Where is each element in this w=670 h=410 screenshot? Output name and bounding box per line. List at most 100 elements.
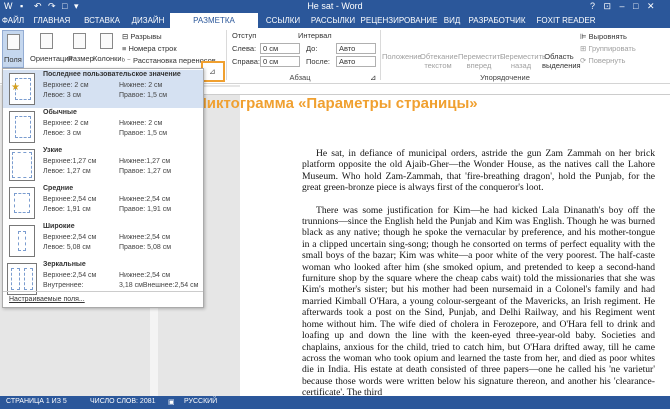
indent-right-input[interactable]: 0 см: [260, 56, 300, 67]
margin-preview-icon: ★: [9, 73, 35, 105]
preset-left: Левое: 3 см: [43, 130, 81, 137]
bring-forward-button[interactable]: Переместить вперед: [458, 52, 504, 70]
preset-top: Верхнее:1,27 см: [43, 158, 97, 165]
preset-bottom: Нижнее:2,54 см: [119, 234, 171, 241]
word-count[interactable]: ЧИСЛО СЛОВ: 2081: [90, 398, 156, 405]
align-icon: ⊫: [580, 32, 589, 41]
ribbon-separator: [380, 30, 381, 80]
orientation-button[interactable]: Ориентация: [30, 30, 73, 68]
preset-top: Верхнее: 2 см: [43, 120, 89, 127]
columns-label: Колонки: [93, 54, 122, 63]
preset-top: Верхнее:2,54 см: [43, 272, 97, 279]
preset-bottom: Нижнее:2,54 см: [119, 196, 171, 203]
ribbon-tabs: ФАЙЛ ГЛАВНАЯ ВСТАВКА ДИЗАЙН РАЗМЕТКА СТР…: [0, 13, 670, 40]
margin-preview-icon: [9, 187, 35, 219]
margin-preset-normal[interactable]: Обычные Верхнее: 2 см Левое: 3 см Нижнее…: [3, 108, 203, 146]
preset-bottom: Нижнее:2,54 см: [119, 272, 171, 279]
preset-right: Правое: 5,08 см: [119, 244, 172, 251]
margins-dropdown: ★ Последнее пользовательское значение Ве…: [2, 68, 204, 308]
align-button[interactable]: ⊫ Выровнять: [580, 32, 627, 41]
preset-right: Правое: 1,27 см: [119, 168, 172, 175]
custom-margins-link[interactable]: Настраиваемые поля...: [9, 296, 85, 303]
line-numbers-button[interactable]: ≡ Номера строк: [122, 44, 177, 53]
rotate-button[interactable]: ⟳ Повернуть: [580, 56, 625, 65]
paragraph-dialog-launcher-icon[interactable]: ⊿: [370, 73, 376, 82]
window-title: He sat - Word: [307, 1, 363, 11]
margin-preset-last-custom[interactable]: ★ Последнее пользовательское значение Ве…: [3, 70, 203, 108]
tab-design[interactable]: ДИЗАЙН: [128, 13, 168, 28]
margin-preset-moderate[interactable]: Средние Верхнее:2,54 см Левое: 1,91 см Н…: [3, 184, 203, 222]
page-setup-dialog-launcher[interactable]: ⊿: [201, 61, 225, 82]
paragraph[interactable]: There was some justification for Kim—he …: [302, 205, 655, 399]
preset-title: Обычные: [43, 109, 77, 116]
rotate-label: Повернуть: [588, 56, 626, 65]
arrange-group-label: Упорядочение: [480, 73, 530, 82]
tab-review[interactable]: РЕЦЕНЗИРОВАНИЕ: [360, 13, 438, 28]
proofing-icon[interactable]: ▣: [168, 398, 175, 406]
tab-file[interactable]: ФАЙЛ: [0, 13, 26, 28]
group-label: Группировать: [588, 44, 636, 53]
preset-left: Левое: 1,91 см: [43, 206, 91, 213]
indent-left-label: Слева:: [232, 44, 257, 53]
window-controls[interactable]: ? ⊡ – □ ✕: [590, 1, 658, 12]
spacing-before-label: До:: [306, 44, 318, 53]
selection-pane-button[interactable]: Область выделения: [542, 52, 581, 70]
margin-preset-mirrored[interactable]: Зеркальные Верхнее:2,54 см Внутреннее: Н…: [3, 260, 203, 298]
tab-insert[interactable]: ВСТАВКА: [78, 13, 126, 28]
spacing-heading: Интервал: [298, 31, 332, 40]
preset-title: Зеркальные: [43, 261, 86, 268]
indent-right-label: Справа:: [232, 57, 260, 66]
preset-title: Последнее пользовательское значение: [43, 71, 181, 78]
indent-left-input[interactable]: 0 см: [260, 43, 300, 54]
orientation-icon: [40, 33, 53, 49]
spacing-after-label: После:: [306, 57, 330, 66]
spacing-after-input[interactable]: Авто: [336, 56, 376, 67]
spacing-before-input[interactable]: Авто: [336, 43, 376, 54]
size-label: Размер: [68, 54, 94, 63]
wrap-text-button[interactable]: Обтекание текстом: [420, 52, 458, 70]
paragraph-group-label: Абзац: [289, 73, 311, 82]
size-button[interactable]: Размер: [68, 30, 94, 68]
tab-mailings[interactable]: РАССЫЛКИ: [308, 13, 358, 28]
tab-view[interactable]: ВИД: [440, 13, 464, 28]
tab-developer[interactable]: РАЗРАБОТЧИК: [466, 13, 528, 28]
preset-bottom: Нижнее:1,27 см: [119, 158, 171, 165]
document-text[interactable]: He sat, in defiance of municipal orders,…: [302, 148, 655, 410]
columns-button[interactable]: Колонки: [93, 30, 122, 68]
horizontal-ruler[interactable]: [152, 87, 670, 95]
preset-top: Верхнее:2,54 см: [43, 234, 97, 241]
preset-title: Узкие: [43, 147, 63, 154]
tab-references[interactable]: ССЫЛКИ: [260, 13, 306, 28]
group-button[interactable]: ⊞ Группировать: [580, 44, 636, 53]
menu-divider: [3, 291, 203, 292]
preset-bottom: Нижнее: 2 см: [119, 120, 163, 127]
line-numbers-label: Номера строк: [128, 44, 177, 53]
preset-title: Средние: [43, 185, 74, 192]
breaks-button[interactable]: ⊟ Разрывы: [122, 32, 162, 41]
ribbon-separator: [226, 30, 227, 80]
preset-right: 3,18 смВнешнее:2,54 см: [119, 282, 199, 289]
align-label: Выровнять: [588, 32, 627, 41]
preset-right: Правое: 1,5 см: [119, 130, 168, 137]
position-button[interactable]: Положение: [382, 52, 422, 61]
breaks-label: Разрывы: [130, 32, 162, 41]
margins-button[interactable]: Поля: [2, 30, 24, 68]
annotation-label: Пиктограмма «Параметры страницы»: [196, 95, 478, 112]
send-backward-button[interactable]: Переместить назад: [500, 52, 546, 70]
title-bar: W ▪ ↶ ↷ □ ▾ He sat - Word ? ⊡ – □ ✕: [0, 0, 670, 13]
margin-preview-icon: [9, 225, 35, 257]
margin-preset-wide[interactable]: Широкие Верхнее:2,54 см Левое: 5,08 см Н…: [3, 222, 203, 260]
status-bar: СТРАНИЦА 1 ИЗ 5 ЧИСЛО СЛОВ: 2081 ▣ РУССК…: [0, 396, 670, 409]
margin-preset-narrow[interactable]: Узкие Верхнее:1,27 см Левое: 1,27 см Ниж…: [3, 146, 203, 184]
preset-title: Широкие: [43, 223, 75, 230]
margin-preview-icon: [9, 149, 35, 181]
page-count[interactable]: СТРАНИЦА 1 ИЗ 5: [6, 398, 67, 405]
language-indicator[interactable]: РУССКИЙ: [184, 398, 217, 405]
tab-home[interactable]: ГЛАВНАЯ: [30, 13, 74, 28]
columns-icon: [100, 33, 113, 49]
tab-foxit[interactable]: FOXIT READER PDF: [530, 13, 602, 40]
tab-page-layout[interactable]: РАЗМЕТКА СТРАНИЦЫ: [170, 13, 258, 40]
preset-bottom: Нижнее: 2 см: [119, 82, 163, 89]
paragraph[interactable]: He sat, in defiance of municipal orders,…: [302, 148, 655, 194]
preset-right: Правое: 1,91 см: [119, 206, 172, 213]
